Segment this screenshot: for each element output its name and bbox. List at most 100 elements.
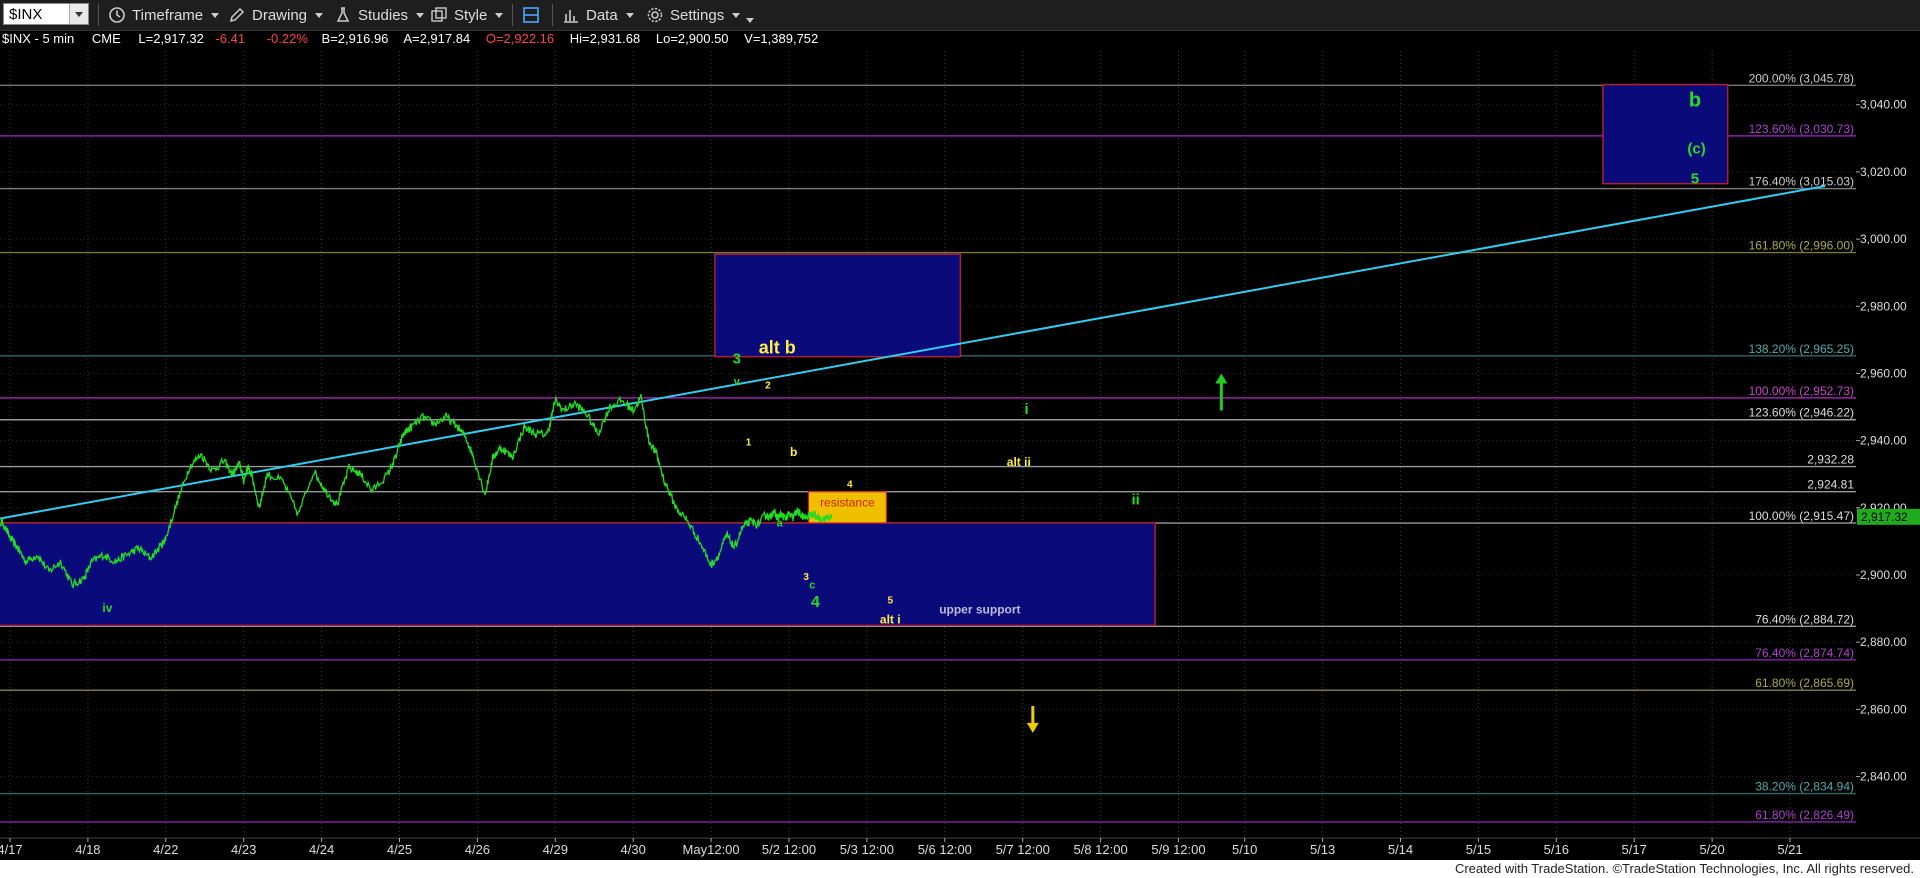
- wave-label: b: [790, 445, 797, 459]
- y-tick-label: 2,960.00: [1860, 366, 1907, 380]
- arrow-down-icon: [1026, 722, 1039, 733]
- x-tick-label: 4/29: [543, 842, 568, 857]
- chevron-down-icon: [75, 11, 83, 17]
- symbol-text: $INX: [9, 5, 43, 23]
- trend-line: [0, 185, 1826, 520]
- high-label: Hi=2,931.68: [570, 31, 640, 46]
- x-tick-label: 5/9 12:00: [1151, 842, 1205, 857]
- data-label: Data: [586, 6, 618, 24]
- y-tick-label: 2,840.00: [1860, 770, 1907, 784]
- x-tick-label: 5/10: [1232, 842, 1257, 857]
- chart-title: $INX - 5 min: [2, 31, 74, 46]
- low-label: Lo=2,900.50: [656, 31, 729, 46]
- fib-level-label: 123.60% (2,946.22): [1749, 406, 1854, 420]
- x-tick-label: 5/20: [1699, 842, 1724, 857]
- symbol-input[interactable]: $INX: [3, 3, 89, 25]
- x-tick-label: 4/30: [621, 842, 646, 857]
- y-tick-label: 2,860.00: [1860, 702, 1907, 716]
- wave-label: alt b: [759, 337, 796, 357]
- x-tick-label: 4/25: [387, 842, 412, 857]
- settings-label: Settings: [670, 6, 725, 24]
- timeframe-label: Timeframe: [132, 6, 204, 24]
- chevron-down-icon: [732, 12, 741, 18]
- wave-label: 5: [887, 596, 893, 607]
- wave-annotations: iv3valt b21ba3c445alt iupper supportialt…: [102, 89, 1706, 733]
- footer: Created with TradeStation. ©TradeStation…: [0, 860, 1920, 878]
- x-tick-label: 5/6 12:00: [918, 842, 972, 857]
- x-tick-label: 4/17: [0, 842, 23, 857]
- y-tick-label: 2,940.00: [1860, 434, 1907, 448]
- ask-label: A=2,917.84: [403, 31, 470, 46]
- y-tick-label: 2,880.00: [1860, 635, 1907, 649]
- x-tick-label: 5/2 12:00: [762, 842, 816, 857]
- y-tick-label: 3,020.00: [1860, 165, 1907, 179]
- x-tick-label: 5/17: [1622, 842, 1647, 857]
- fib-level-label: 2,924.81: [1807, 478, 1854, 492]
- wave-label: iv: [102, 601, 112, 615]
- wave-label: ii: [1131, 491, 1139, 508]
- volume-label: V=1,389,752: [744, 31, 818, 46]
- chevron-down-icon: [315, 12, 324, 18]
- price-chart[interactable]: 200.00% (3,045.78)123.60% (3,030.73)176.…: [0, 31, 1920, 860]
- chevron-down-icon: [746, 17, 755, 23]
- fib-level-label: 100.00% (2,952.73): [1749, 384, 1854, 398]
- chevron-down-icon: [625, 12, 634, 18]
- zone-boxes: resistance: [0, 83, 1729, 627]
- toolbar-separator: [512, 4, 513, 26]
- studies-menu[interactable]: Studies: [334, 0, 425, 30]
- x-tick-label: May12:00: [683, 842, 740, 857]
- style-label: Style: [454, 6, 488, 24]
- y-tick-label: 2,900.00: [1860, 568, 1907, 582]
- change-pct-label: -0.22%: [267, 31, 309, 46]
- drawing-menu[interactable]: Drawing: [228, 0, 324, 30]
- y-tick-label: 2,980.00: [1860, 299, 1907, 313]
- exchange-label: CME: [92, 31, 121, 46]
- wave-label: i: [1025, 401, 1029, 418]
- y-axis: 2,840.002,860.002,880.002,900.002,920.00…: [1856, 98, 1920, 784]
- clock-icon: [109, 7, 125, 23]
- symbol-dropdown-button[interactable]: [69, 4, 88, 24]
- last-price-marker-label: 2,917.32: [1861, 510, 1908, 524]
- fib-level-label: 100.00% (2,915.47): [1749, 509, 1854, 523]
- wave-label: 5: [1691, 171, 1699, 188]
- x-tick-label: 4/26: [465, 842, 490, 857]
- wave-label: upper support: [939, 603, 1020, 617]
- flask-icon: [336, 7, 350, 22]
- fib-level-label: 123.60% (3,030.73): [1749, 122, 1854, 136]
- style-menu[interactable]: Style: [430, 0, 504, 30]
- layout-button[interactable]: [522, 0, 540, 30]
- fib-level-label: 161.80% (2,996.00): [1749, 239, 1854, 253]
- x-tick-label: 5/7 12:00: [996, 842, 1050, 857]
- drawing-label: Drawing: [252, 6, 308, 24]
- wave-label: alt i: [880, 613, 901, 627]
- target-box: [1602, 83, 1729, 185]
- change-label: -6.41: [215, 31, 245, 46]
- pencil-icon: [229, 7, 245, 23]
- arrow-up-icon: [1215, 373, 1228, 384]
- wave-label: 1: [746, 438, 752, 449]
- wave-label: 2: [765, 381, 771, 392]
- resistance-label: resistance: [820, 495, 875, 509]
- fib-level-label: 76.40% (2,874.74): [1755, 646, 1854, 660]
- wave-label: v: [734, 376, 741, 388]
- x-tick-label: 4/18: [75, 842, 100, 857]
- y-tick-label: 3,000.00: [1860, 232, 1907, 246]
- chart-header: $INX - 5 min CME L=2,917.32 -6.41 -0.22%…: [2, 31, 818, 46]
- wave-label: 4: [847, 480, 853, 491]
- wave-label: a: [777, 517, 784, 529]
- data-menu[interactable]: Data: [562, 0, 634, 30]
- bid-label: B=2,916.96: [322, 31, 389, 46]
- wave-label: 4: [811, 594, 820, 611]
- x-tick-label: 4/23: [231, 842, 256, 857]
- settings-menu[interactable]: Settings: [646, 0, 755, 30]
- toolbar-separator: [98, 4, 99, 26]
- open-label: O=2,922.16: [486, 31, 554, 46]
- wave-label: (c): [1687, 140, 1705, 157]
- fib-level-label: 38.20% (2,834.94): [1755, 780, 1854, 794]
- x-axis: 4/17 4/18 4/22 4/23 4/24 4/25 4/26 4/29 4/30 May1…: [0, 837, 1920, 857]
- fib-level-label: 61.80% (2,865.69): [1755, 676, 1854, 690]
- grid: [0, 51, 1856, 837]
- x-tick-label: 5/8 12:00: [1073, 842, 1127, 857]
- timeframe-menu[interactable]: Timeframe: [108, 0, 220, 30]
- x-tick-label: 5/14: [1388, 842, 1413, 857]
